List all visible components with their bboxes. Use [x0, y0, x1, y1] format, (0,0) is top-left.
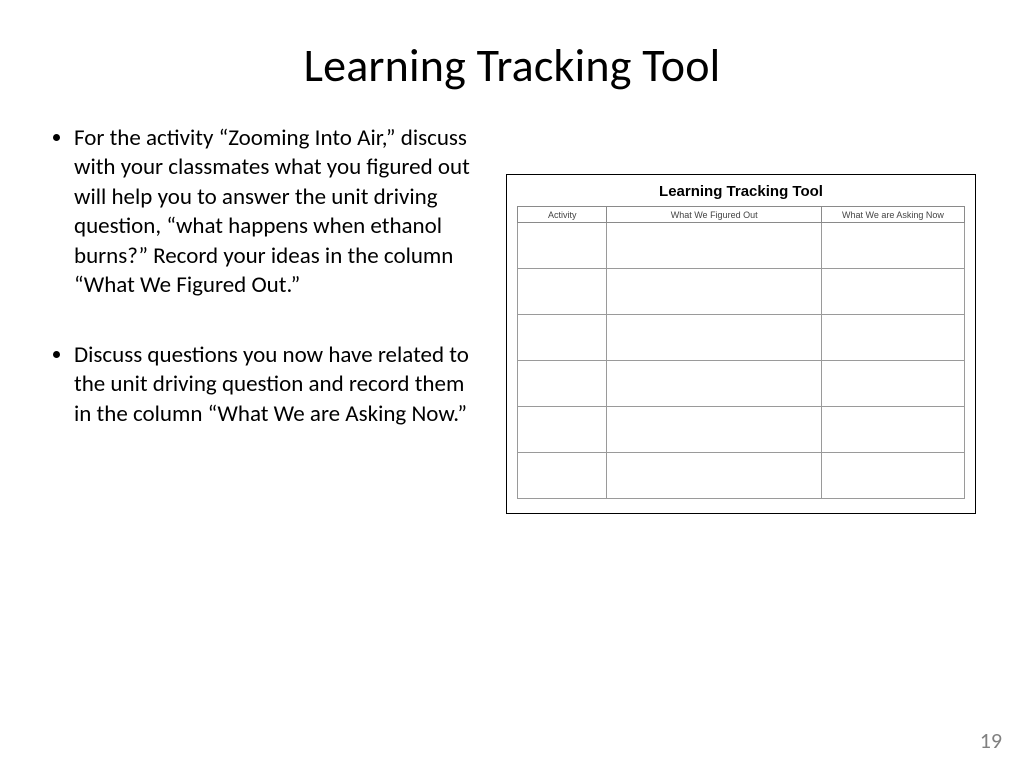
table-row	[518, 315, 965, 361]
table-row	[518, 223, 965, 269]
list-item: For the activity “Zooming Into Air,” dis…	[74, 124, 478, 301]
slide: Learning Tracking Tool For the activity …	[0, 0, 1024, 768]
table-row	[518, 407, 965, 453]
list-item: Discuss questions you now have related t…	[74, 341, 478, 429]
table-row	[518, 269, 965, 315]
column-header-asking-now: What We are Asking Now	[821, 207, 964, 223]
column-header-activity: Activity	[518, 207, 607, 223]
slide-title: Learning Tracking Tool	[48, 38, 976, 94]
column-header-figured-out: What We Figured Out	[607, 207, 822, 223]
table-row	[518, 453, 965, 499]
worksheet-rows	[518, 223, 965, 499]
table-row	[518, 361, 965, 407]
slide-body: For the activity “Zooming Into Air,” dis…	[48, 124, 976, 514]
worksheet-table: Activity What We Figured Out What We are…	[517, 206, 965, 499]
bullet-list: For the activity “Zooming Into Air,” dis…	[48, 124, 478, 429]
page-number: 19	[980, 727, 1002, 754]
worksheet-heading: Learning Tracking Tool	[517, 183, 965, 200]
worksheet-image: Learning Tracking Tool Activity What We …	[506, 174, 976, 514]
